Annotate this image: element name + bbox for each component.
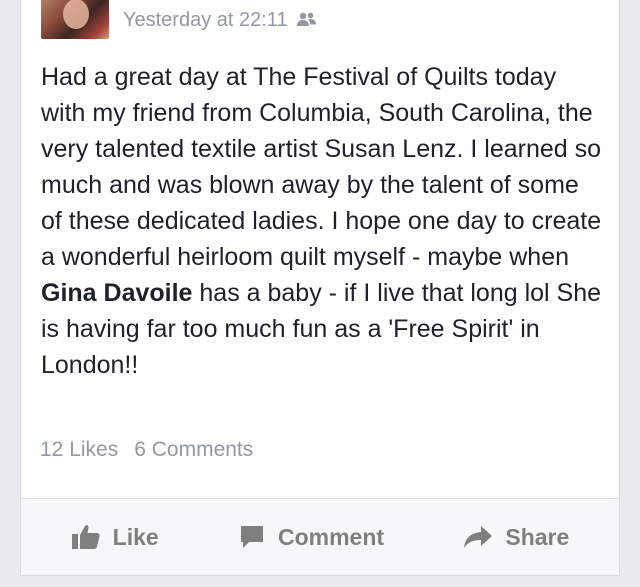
thumbs-up-icon <box>71 524 101 550</box>
post-text-before: Had a great day at The Festival of Quilt… <box>41 63 602 271</box>
comment-button[interactable]: Comment <box>238 523 384 551</box>
friends-icon[interactable] <box>296 11 318 29</box>
comment-label: Comment <box>278 523 385 550</box>
like-label: Like <box>112 523 159 550</box>
mention-link[interactable]: Gina Davoile <box>41 279 192 307</box>
likes-count[interactable]: 12 Likes <box>40 438 118 462</box>
post-card: Yesterday at 22:11 Had a great day at Th… <box>20 0 620 576</box>
share-arrow-icon <box>463 525 493 549</box>
share-button[interactable]: Share <box>463 524 569 551</box>
action-bar: Like Comment Share <box>21 499 619 575</box>
like-button[interactable]: Like <box>71 524 159 551</box>
post-meta: Yesterday at 22:11 <box>123 8 318 32</box>
share-label: Share <box>505 523 570 550</box>
comments-count[interactable]: 6 Comments <box>134 438 253 462</box>
avatar[interactable] <box>41 0 109 39</box>
post-stats: 12 Likes 6 Comments <box>40 438 253 462</box>
comment-icon <box>238 523 266 551</box>
avatar-face <box>63 0 89 29</box>
timestamp[interactable]: Yesterday at 22:11 <box>123 9 288 32</box>
post-text: Had a great day at The Festival of Quilt… <box>41 59 606 383</box>
